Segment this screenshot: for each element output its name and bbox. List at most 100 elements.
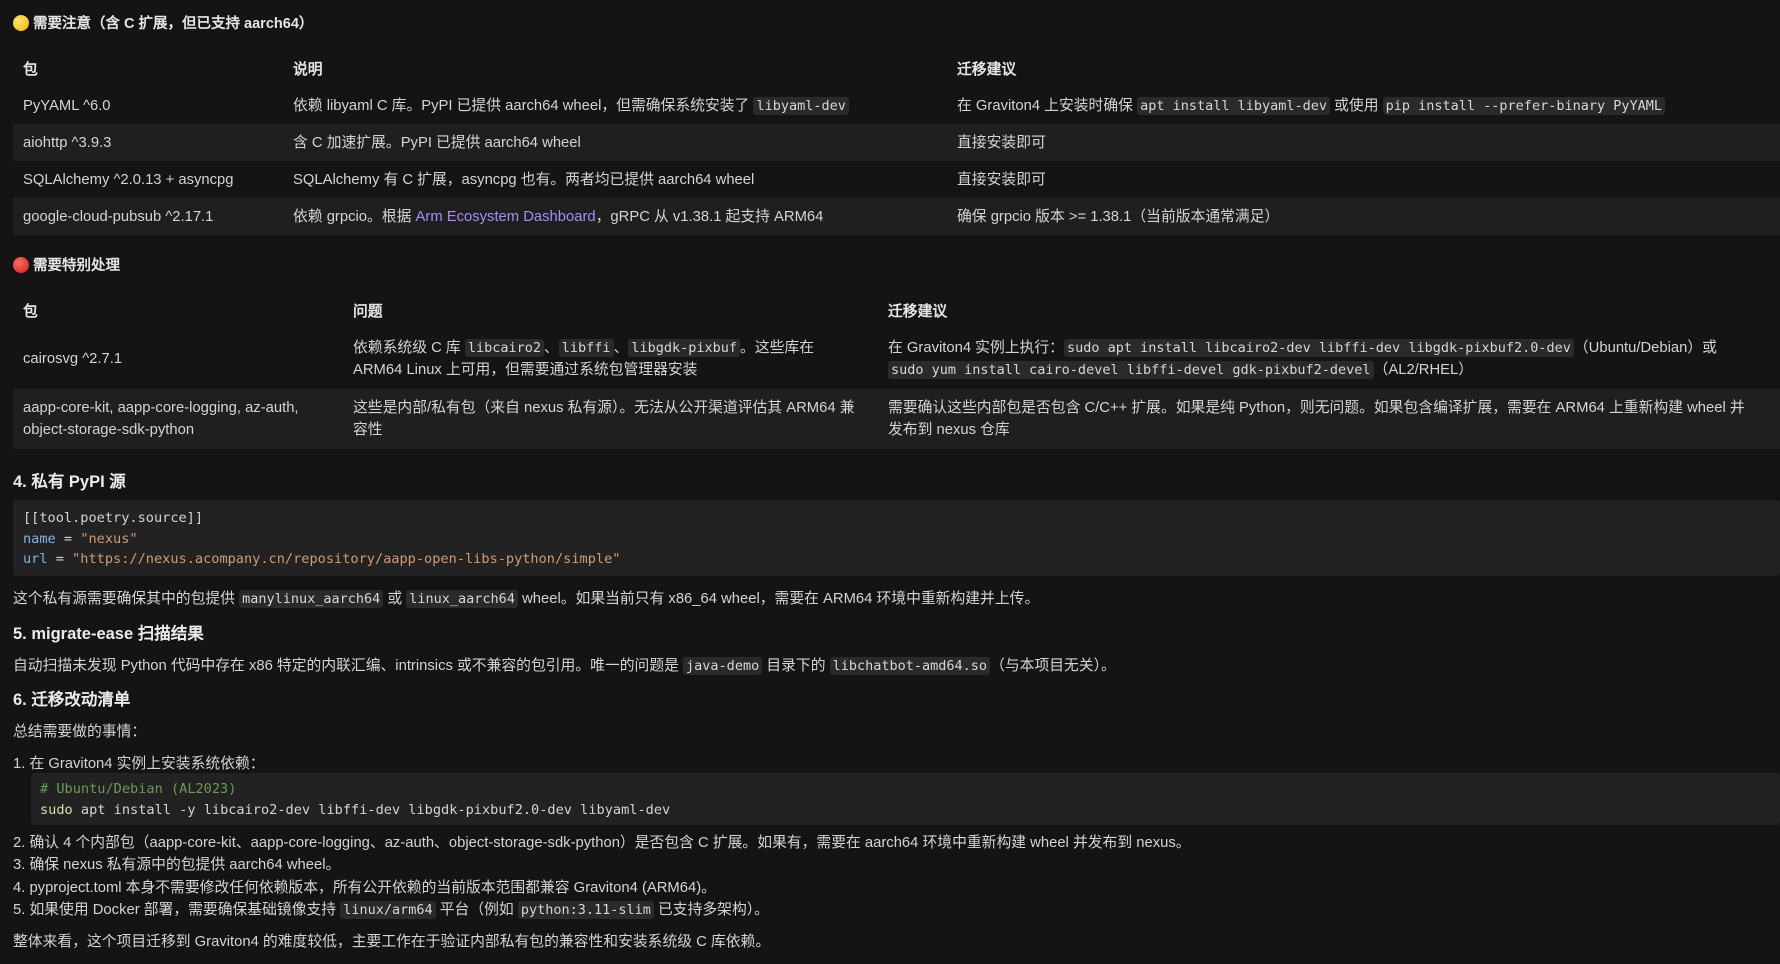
cell-text: 在 Graviton4 上安装时确保 <box>957 97 1138 114</box>
inline-code: libcairo2 <box>464 339 544 357</box>
inline-code: libyaml-dev <box>753 96 849 115</box>
code-line: [[tool.poetry.source]] <box>23 510 204 526</box>
code-token: url <box>23 551 48 567</box>
table-row: google-cloud-pubsub ^2.17.1 依赖 grpcio。根据… <box>13 198 1780 235</box>
yellow-circle-icon <box>13 14 29 31</box>
document: 需要注意（含 C 扩展，但已支持 aarch64） 包 说明 迁移建议 PyYA… <box>0 0 1780 964</box>
list-item: 3. 确保 nexus 私有源中的包提供 aarch64 wheel。 <box>13 857 341 873</box>
cell-text: 发布到 nexus 仓库 <box>888 422 1010 438</box>
cell-text: 、 <box>613 340 629 356</box>
code-comment: # Ubuntu/Debian (AL2023) <box>40 781 237 797</box>
cell-text: 在 Graviton4 实例上执行： <box>888 340 1064 356</box>
cell-text: 。这些库在 <box>740 340 815 356</box>
special-table: 包 问题 迁移建议 cairosvg ^2.7.1 依赖系统级 C 库 libc… <box>13 292 1780 449</box>
cell-text: （Ubuntu/Debian）或 <box>1573 340 1717 356</box>
description-cell: 依赖 libyaml C 库。PyPI 已提供 aarch64 wheel，但需… <box>283 87 947 124</box>
column-header: 迁移建议 <box>957 62 1017 78</box>
list-item: 2. 确认 4 个内部包（aapp-core-kit、aapp-core-log… <box>13 835 1191 851</box>
special-title: 需要特别处理 <box>33 258 120 274</box>
description-cell: 依赖 grpcio。根据 Arm Ecosystem Dashboard，gRP… <box>283 198 947 235</box>
para-text: 目录下的 <box>762 658 830 674</box>
special-heading: 需要特别处理 <box>13 254 120 275</box>
cell-text: 依赖系统级 C 库 <box>353 340 465 356</box>
table-header-row: 包 说明 迁移建议 <box>13 50 1780 87</box>
inline-code: linux_aarch64 <box>406 590 518 608</box>
cell-text: 依赖 grpcio。根据 <box>293 208 416 225</box>
column-header: 问题 <box>353 304 383 320</box>
list-item: 4. pyproject.toml 本身不需要修改任何依赖版本，所有公开依赖的当… <box>13 880 716 896</box>
cell-text: object-storage-sdk-python <box>23 422 195 438</box>
section-5-paragraph: 自动扫描未发现 Python 代码中存在 x86 特定的内联汇编、intrins… <box>13 654 1116 675</box>
section-5-heading: 5. migrate-ease 扫描结果 <box>13 625 204 643</box>
advice-cell: 确保 grpcio 版本 >= 1.38.1（当前版本通常满足） <box>947 198 1780 235</box>
code-token: name <box>23 530 56 547</box>
cell-text: 这些是内部/私有包（来自 nexus 私有源）。无法从公开渠道评估其 ARM64… <box>353 400 855 416</box>
description-cell: SQLAlchemy 有 C 扩展，asyncpg 也有。两者均已提供 aarc… <box>293 171 755 188</box>
para-text: 已支持多架构）。 <box>653 902 769 918</box>
package-cell: aiohttp ^3.9.3 <box>13 124 283 161</box>
list-item: 1. 在 Graviton4 实例上安装系统依赖： <box>13 756 265 772</box>
cell-text: 、 <box>543 340 559 356</box>
section-4-paragraph: 这个私有源需要确保其中的包提供 manylinux_aarch64 或 linu… <box>13 587 1039 608</box>
package-cell: cairosvg ^2.7.1 <box>23 351 123 367</box>
table-row: aiohttp ^3.9.3 含 C 加速扩展。PyPI 已提供 aarch64… <box>13 124 1780 161</box>
inline-code: manylinux_aarch64 <box>239 590 384 608</box>
description-cell: 含 C 加速扩展。PyPI 已提供 aarch64 wheel <box>283 124 947 161</box>
pypi-source-code-block: [[tool.poetry.source]] name = "nexus" ur… <box>13 500 1780 576</box>
cell-text: 容性 <box>353 422 383 438</box>
attention-title: 需要注意（含 C 扩展，但已支持 aarch64） <box>33 16 314 32</box>
inline-code: pip install --prefer-binary PyYAML <box>1382 96 1665 115</box>
inline-code: java-demo <box>683 657 763 675</box>
code-token: = <box>47 551 73 567</box>
package-cell: google-cloud-pubsub ^2.17.1 <box>13 198 283 235</box>
advice-cell: 直接安装即可 <box>957 171 1046 188</box>
section-6-heading: 6. 迁移改动清单 <box>13 691 131 709</box>
cell-text: 依赖 libyaml C 库。PyPI 已提供 aarch64 wheel，但需… <box>293 97 754 114</box>
package-cell: SQLAlchemy ^2.0.13 + asyncpg <box>23 171 234 188</box>
table-header-row: 包 问题 迁移建议 <box>13 292 1780 329</box>
inline-code: sudo yum install cairo-devel libffi-deve… <box>888 361 1374 379</box>
issue-cell: 这些是内部/私有包（来自 nexus 私有源）。无法从公开渠道评估其 ARM64… <box>343 389 878 449</box>
column-header: 包 <box>23 304 38 320</box>
list-item: 5. 如果使用 Docker 部署，需要确保基础镜像支持 linux/arm64… <box>13 898 769 919</box>
attention-table: 包 说明 迁移建议 PyYAML ^6.0 依赖 libyaml C 库。PyP… <box>13 50 1780 235</box>
cell-text: aapp-core-kit, aapp-core-logging, az-aut… <box>23 400 299 416</box>
install-deps-code-block: # Ubuntu/Debian (AL2023) sudo apt instal… <box>31 773 1780 825</box>
code-token: sudo <box>40 801 73 818</box>
inline-code: libffi <box>558 339 614 357</box>
package-cell: PyYAML ^6.0 <box>23 97 111 114</box>
inline-code: python:3.11-slim <box>517 901 654 919</box>
summary-paragraph: 整体来看，这个项目迁移到 Graviton4 的难度较低，主要工作在于验证内部私… <box>13 934 771 950</box>
para-text: 自动扫描未发现 Python 代码中存在 x86 特定的内联汇编、intrins… <box>13 658 684 674</box>
table-row: SQLAlchemy ^2.0.13 + asyncpg SQLAlchemy … <box>13 161 1780 198</box>
section-6-intro: 总结需要做的事情： <box>13 724 147 740</box>
cell-text: ，gRPC 从 v1.38.1 起支持 ARM64 <box>595 208 824 225</box>
code-token: = <box>55 530 81 547</box>
code-token: apt install -y libcairo2-dev libffi-dev … <box>72 801 671 818</box>
inline-code: linux/arm64 <box>340 901 436 919</box>
cell-text: ARM64 Linux 上可用，但需要通过系统包管理器安装 <box>353 362 698 378</box>
code-token: "nexus" <box>80 530 138 547</box>
para-text: 这个私有源需要确保其中的包提供 <box>13 591 240 607</box>
issue-cell: 依赖系统级 C 库 libcairo2、 libffi、 libgdk-pixbuf… <box>343 329 878 389</box>
arm-ecosystem-dashboard-link[interactable]: Arm Ecosystem Dashboard <box>416 209 596 225</box>
para-text: 5. 如果使用 Docker 部署，需要确保基础镜像支持 <box>13 902 341 918</box>
column-header: 包 <box>23 62 38 78</box>
column-header: 迁移建议 <box>888 304 948 320</box>
para-text: （与本项目无关）。 <box>990 658 1116 674</box>
cell-text: 需要确认这些内部包是否包含 C/C++ 扩展。如果是纯 Python，则无问题。… <box>888 400 1745 416</box>
table-row: PyYAML ^6.0 依赖 libyaml C 库。PyPI 已提供 aarc… <box>13 87 1780 124</box>
inline-code: libgdk-pixbuf <box>628 339 741 357</box>
package-cell: aapp-core-kit, aapp-core-logging, az-aut… <box>13 389 343 449</box>
advice-cell: 需要确认这些内部包是否包含 C/C++ 扩展。如果是纯 Python，则无问题。… <box>878 389 1780 449</box>
table-row: aapp-core-kit, aapp-core-logging, az-aut… <box>13 389 1780 449</box>
advice-cell: 在 Graviton4 上安装时确保 apt install libyaml-d… <box>947 87 1780 124</box>
advice-cell: 直接安装即可 <box>947 124 1780 161</box>
inline-code: apt install libyaml-dev <box>1137 96 1331 115</box>
inline-code: libchatbot-amd64.so <box>829 657 991 675</box>
section-4-heading: 4. 私有 PyPI 源 <box>13 473 126 491</box>
code-token: "https://nexus.acompany.cn/repository/aa… <box>72 551 621 567</box>
cell-text: （AL2/RHEL） <box>1373 362 1474 378</box>
inline-code: sudo apt install libcairo2-dev libffi-de… <box>1063 339 1574 357</box>
para-text: 或 <box>383 591 407 607</box>
